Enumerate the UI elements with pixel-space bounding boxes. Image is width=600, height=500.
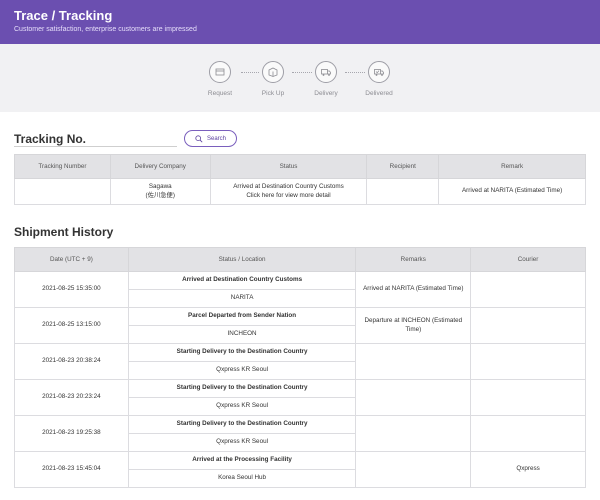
courier-cell: [470, 271, 586, 308]
date-cell: 2021-08-25 15:35:00: [14, 271, 129, 308]
remark-cell: Arrived at NARITA (Estimated Time): [355, 271, 472, 308]
status-cell: Arrived at Destination Country Customs: [127, 271, 357, 290]
column-header: Remark: [438, 154, 586, 179]
location-cell: Qxpress KR Seoul: [127, 361, 357, 380]
pickup-box-icon: [262, 61, 284, 83]
remark-cell: [355, 451, 472, 488]
page-title: Trace / Tracking: [14, 8, 113, 23]
search-button[interactable]: Search: [184, 130, 237, 147]
column-header: Tracking Number: [14, 154, 111, 179]
step-delivery: Delivery: [301, 61, 351, 97]
date-cell: 2021-08-23 20:23:24: [14, 379, 129, 416]
table-row: Sagawa (佐川急便) Arrived at Destination Cou…: [14, 178, 586, 205]
column-header: Remarks: [355, 247, 472, 272]
date-cell: 2021-08-23 19:25:38: [14, 415, 129, 452]
table-header-row: Date (UTC + 9) Status / Location Remarks…: [14, 247, 586, 272]
column-header: Delivery Company: [109, 154, 211, 179]
tracking-input-underline: [14, 146, 177, 147]
column-header: Courier: [470, 247, 586, 272]
remark-cell: Arrived at NARITA (Estimated Time): [438, 178, 586, 205]
remark-cell: [355, 343, 472, 380]
step-delivered: Delivered: [354, 61, 404, 97]
courier-cell: [470, 307, 586, 344]
step-label: Delivered: [365, 90, 393, 97]
search-icon: [195, 134, 203, 142]
progress-steps: Request Pick Up Delivery Delivered: [0, 44, 600, 112]
table-row: 2021-08-25 13:15:00 Parcel Departed from…: [14, 307, 586, 344]
shipment-history-title: Shipment History: [14, 225, 114, 239]
step-label: Request: [207, 90, 233, 97]
courier-cell: Qxpress: [470, 451, 586, 488]
company-name: Sagawa: [148, 183, 172, 190]
page-header: Trace / Tracking Customer satisfaction, …: [0, 0, 600, 44]
location-cell: INCHEON: [127, 325, 357, 344]
location-cell: Korea Seoul Hub: [127, 469, 357, 488]
date-cell: 2021-08-23 20:38:24: [14, 343, 129, 380]
courier-cell: [470, 379, 586, 416]
location-cell: Qxpress KR Seoul: [127, 433, 357, 452]
table-header-row: Tracking Number Delivery Company Status …: [14, 154, 586, 179]
remark-cell: [355, 415, 472, 452]
delivery-truck-icon: [315, 61, 337, 83]
status-cell: Starting Delivery to the Destination Cou…: [127, 343, 357, 362]
column-header: Date (UTC + 9): [14, 247, 129, 272]
table-row: 2021-08-23 20:38:24 Starting Delivery to…: [14, 343, 586, 380]
request-box-icon: [209, 61, 231, 83]
tracking-title: Tracking No.: [14, 132, 87, 146]
date-cell: 2021-08-23 15:45:04: [14, 451, 129, 488]
location-cell: Qxpress KR Seoul: [127, 397, 357, 416]
table-row: 2021-08-23 20:23:24 Starting Delivery to…: [14, 379, 586, 416]
step-pickup: Pick Up: [248, 61, 298, 97]
table-row: 2021-08-23 15:45:04 Arrived at the Proce…: [14, 451, 586, 488]
view-detail-link[interactable]: Click here for view more detail: [211, 192, 367, 201]
delivered-truck-icon: [368, 61, 390, 83]
status-cell: Parcel Departed from Sender Nation: [127, 307, 357, 326]
shipment-history-table: Date (UTC + 9) Status / Location Remarks…: [14, 247, 586, 488]
delivery-company-cell: Sagawa (佐川急便): [109, 178, 211, 205]
company-native-name: (佐川急便): [145, 191, 175, 199]
column-header: Status: [209, 154, 368, 179]
courier-cell: [470, 415, 586, 452]
remark-cell: [355, 379, 472, 416]
location-cell: NARITA: [127, 289, 357, 308]
search-button-label: Search: [206, 135, 226, 142]
status-cell: Arrived at the Processing Facility: [127, 451, 357, 470]
status-cell: Arrived at Destination Country Customs C…: [209, 178, 368, 205]
column-header: Status / Location: [127, 247, 357, 272]
column-header: Recipient: [366, 154, 440, 179]
status-text: Arrived at Destination Country Customs: [233, 183, 344, 190]
step-request: Request: [195, 61, 245, 97]
date-cell: 2021-08-25 13:15:00: [14, 307, 129, 344]
courier-cell: [470, 343, 586, 380]
step-label: Delivery: [314, 90, 338, 97]
table-row: 2021-08-23 19:25:38 Starting Delivery to…: [14, 415, 586, 452]
tracking-table: Tracking Number Delivery Company Status …: [14, 154, 586, 205]
remark-cell: Departure at INCHEON (Estimated Time): [355, 307, 472, 344]
table-row: 2021-08-25 15:35:00 Arrived at Destinati…: [14, 271, 586, 308]
status-cell: Starting Delivery to the Destination Cou…: [127, 415, 357, 434]
page-subtitle: Customer satisfaction, enterprise custom…: [14, 26, 197, 33]
step-label: Pick Up: [261, 90, 285, 97]
recipient-cell: [366, 178, 440, 205]
tracking-number-cell: [14, 178, 111, 205]
status-cell: Starting Delivery to the Destination Cou…: [127, 379, 357, 398]
